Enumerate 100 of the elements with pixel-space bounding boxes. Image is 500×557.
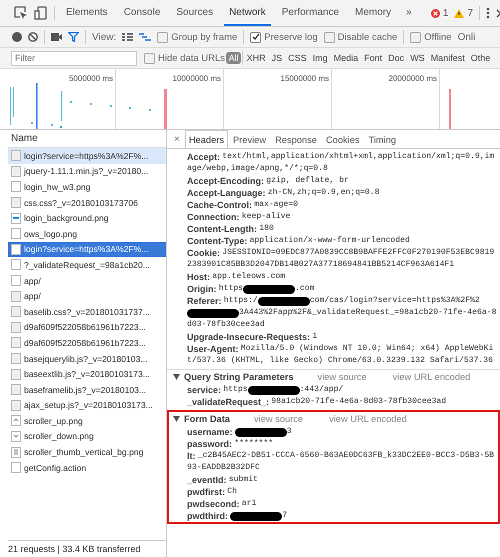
detail-tab[interactable]: Response	[271, 130, 321, 148]
checkbox-label[interactable]: Disable cache	[338, 32, 398, 42]
request-row[interactable]: login_background.png	[8, 210, 166, 226]
detail-tab[interactable]: Headers	[184, 130, 228, 148]
request-row[interactable]: login_hw_w3.png	[8, 179, 166, 195]
header-line: Accept-Encoding: gzip, deflate, br	[186, 175, 350, 187]
view-link[interactable]: view source	[318, 372, 367, 382]
parameter-line: service: https :443/app/	[186, 384, 344, 396]
request-row[interactable]: app/	[8, 288, 166, 304]
request-row[interactable]: baselib.css?_v=201801031737...	[8, 304, 166, 320]
caret-icon[interactable]	[173, 374, 180, 380]
request-row[interactable]: basejquerylib.js?_v=20180103...	[8, 350, 166, 366]
request-row[interactable]: login?service=https%3A%2F%...	[8, 148, 166, 164]
panel-tab[interactable]: Sources	[171, 0, 218, 26]
status-bar: 21 requests | 33.4 KB transferred	[8, 540, 166, 557]
type-filter-button[interactable]: XHR	[244, 52, 268, 64]
inspect-icon[interactable]	[14, 6, 28, 20]
type-filter-button[interactable]: Manifest	[428, 52, 468, 64]
file-icon	[11, 181, 21, 192]
waterfall-icon[interactable]	[139, 33, 152, 41]
view-link[interactable]: view URL encoded	[392, 372, 470, 382]
checkbox[interactable]	[410, 32, 422, 42]
checkbox-label[interactable]: Hide data URLs	[158, 52, 226, 64]
request-row[interactable]: ?_validateRequest_=98a1cb20...	[8, 257, 166, 273]
clear-icon[interactable]	[28, 32, 38, 42]
request-row[interactable]: scroller_up.png	[8, 413, 166, 429]
checkbox[interactable]	[144, 52, 155, 64]
checkbox[interactable]	[157, 32, 168, 42]
device-icon[interactable]	[34, 6, 48, 20]
type-filter-button[interactable]: Doc	[386, 52, 407, 64]
request-row[interactable]: jquery-1.11.1.min.js?_v=20180...	[8, 164, 166, 180]
parameter-line: pwdthird: 7	[186, 510, 288, 522]
time-tick-label: 10000000 ms	[172, 73, 222, 83]
more-tabs-button[interactable]: »	[402, 0, 416, 26]
request-row[interactable]: login?service=https%3A%2F%...	[8, 242, 166, 258]
request-row[interactable]: ows_logo.png	[8, 226, 166, 242]
request-row[interactable]: scroller_thumb_vertical_bg.png	[8, 444, 166, 460]
time-tick-label: 15000000 ms	[280, 73, 330, 83]
type-filter-button[interactable]: Media	[331, 52, 361, 64]
header-line: Referer: https:/ com/cas/login?service=https%3A%2F%2 3A443%2Fapp%2F&_validateRequest_=98a1cb20-71fe-4e6a-8d03-78fb30cee3ad	[186, 295, 498, 331]
panel-tab[interactable]: Console	[118, 0, 166, 26]
time-tick-label: 20000000 ms	[388, 73, 438, 83]
header-line: Host: app.teleows.com	[186, 271, 286, 283]
load-event-marker	[449, 89, 451, 129]
file-icon	[11, 430, 21, 442]
request-row[interactable]: baseextlib.js?_v=20180103173...	[8, 366, 166, 382]
record-icon[interactable]	[12, 32, 22, 42]
panel-tab[interactable]: Memory	[350, 0, 396, 26]
detail-tab[interactable]: Preview	[228, 130, 270, 148]
list-view-icon[interactable]	[122, 33, 134, 41]
caret-icon[interactable]	[173, 416, 180, 422]
section-title[interactable]: Form Data	[184, 414, 230, 424]
section-title[interactable]: Query String Parameters	[184, 372, 294, 382]
parameter-line: password: ********	[186, 438, 274, 450]
type-filter-button[interactable]: CSS	[286, 52, 310, 64]
file-icon	[11, 337, 21, 348]
request-row[interactable]: getConfig.action	[8, 460, 166, 476]
type-filter-button[interactable]: All	[226, 52, 242, 64]
type-filter-button[interactable]: Img	[310, 52, 330, 64]
view-link[interactable]: view source	[254, 414, 304, 424]
file-icon	[11, 415, 21, 426]
file-icon	[11, 166, 21, 177]
file-icon	[11, 322, 21, 333]
file-icon	[11, 290, 21, 302]
request-row[interactable]: css.css?_v=20180103173706	[8, 194, 166, 210]
warning-count: 7	[467, 8, 473, 18]
checkbox-label[interactable]: Preserve log	[264, 32, 318, 42]
panel-tab[interactable]: Elements	[61, 0, 113, 26]
error-icon	[430, 8, 440, 18]
request-row[interactable]: d9af609f522058b61961b7223...	[8, 335, 166, 351]
close-button[interactable]: ×	[170, 134, 184, 144]
checkbox[interactable]	[250, 32, 262, 42]
request-row[interactable]: baseframelib.js?_v=20180103...	[8, 382, 166, 398]
view-label: View:	[92, 32, 116, 42]
checkbox[interactable]	[324, 32, 335, 42]
file-icon	[11, 212, 21, 224]
checkbox-label[interactable]: Offline	[424, 32, 452, 42]
type-filter-button[interactable]: WS	[408, 52, 428, 64]
type-filter-button[interactable]: Font	[362, 52, 385, 64]
file-icon	[11, 197, 21, 208]
request-row[interactable]: scroller_down.png	[8, 428, 166, 444]
type-filter-button[interactable]: Othe	[468, 52, 493, 64]
detail-tab[interactable]: Timing	[364, 130, 400, 148]
kebab-menu-icon[interactable]	[486, 7, 490, 19]
checkbox-label[interactable]: Group by frame	[171, 32, 238, 42]
request-row[interactable]: d9af609f522058b61961b7223...	[8, 320, 166, 336]
header-line: Origin: https .com	[186, 283, 316, 295]
filter-field[interactable]: Filter	[11, 50, 137, 66]
time-tick-label: 5000000 ms	[68, 73, 114, 83]
panel-tab[interactable]: Performance	[276, 0, 344, 26]
online-option[interactable]: Onli	[458, 32, 476, 42]
detail-tab[interactable]: Cookies	[322, 130, 364, 148]
header-line: Content-Type: application/x-www-form-urlencoded	[186, 235, 411, 247]
view-link[interactable]: view URL encoded	[329, 414, 407, 424]
filter-icon[interactable]	[68, 32, 79, 42]
request-row[interactable]: ajax_setup.js?_v=20180103173...	[8, 398, 166, 414]
request-row[interactable]: app/	[8, 272, 166, 288]
type-filter-button[interactable]: JS	[269, 52, 285, 64]
camera-icon[interactable]	[51, 33, 62, 41]
parameter-line: pwdfirst: Ch	[186, 486, 238, 498]
